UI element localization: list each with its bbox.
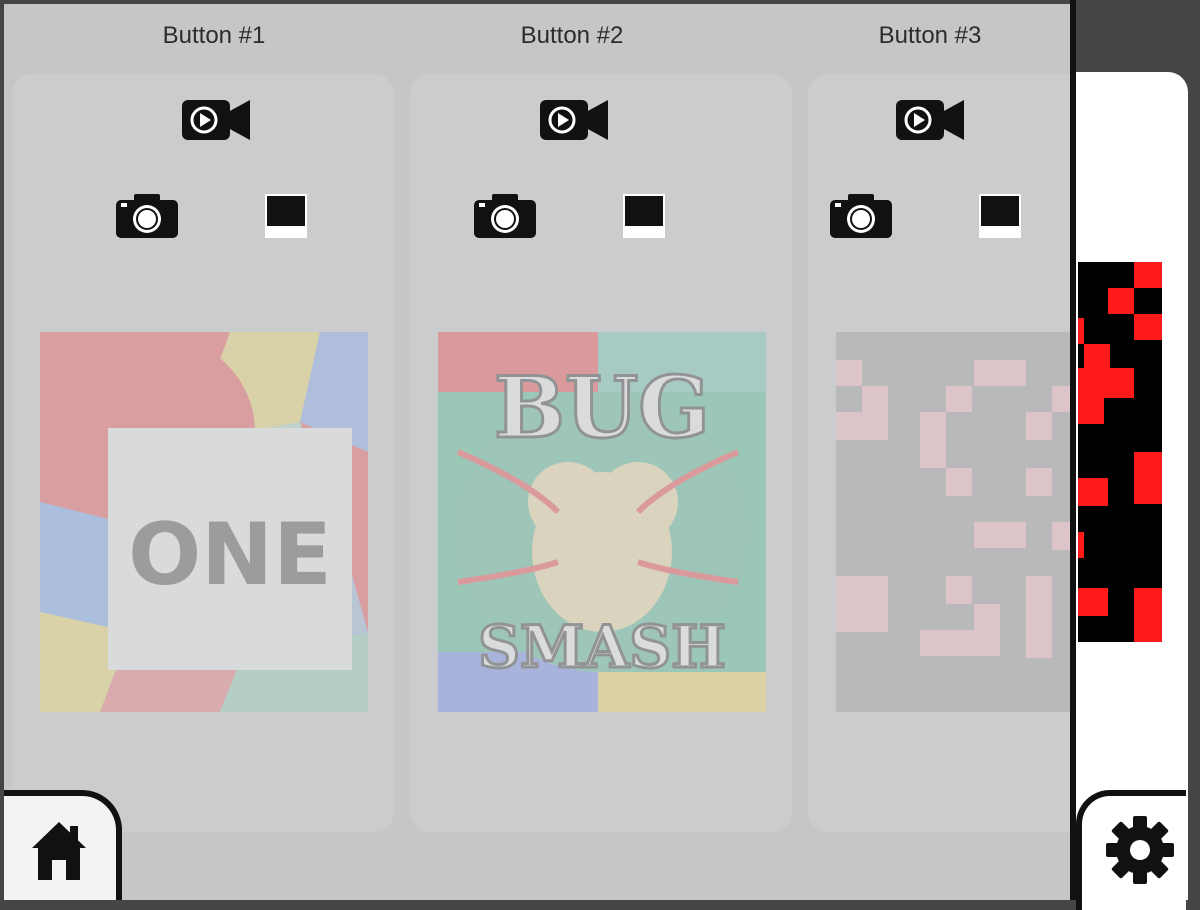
button-2-title: Button #2	[520, 22, 624, 49]
home-icon	[32, 822, 86, 880]
image-frame-icon[interactable]	[263, 192, 309, 240]
button-3-artwork[interactable]	[836, 332, 1070, 712]
button-2-artwork[interactable]: BUG SMASH	[438, 332, 766, 712]
camera-icon[interactable]	[472, 192, 538, 240]
home-button[interactable]	[4, 790, 122, 900]
button-2-card: BUG SMASH	[410, 74, 792, 832]
image-frame-icon[interactable]	[621, 192, 667, 240]
button-3-artwork-unobscured	[1078, 262, 1162, 642]
camera-icon[interactable]	[114, 192, 180, 240]
button-2-artwork-title-bottom: SMASH	[478, 613, 726, 681]
gear-icon	[1106, 816, 1174, 884]
settings-button[interactable]	[1076, 790, 1186, 910]
button-3-card	[808, 74, 1070, 832]
button-3-title: Button #3	[878, 22, 982, 49]
video-camera-icon[interactable]	[180, 98, 252, 142]
button-1-artwork[interactable]: ONE	[40, 332, 368, 712]
button-1-artwork-text: ONE	[128, 505, 332, 605]
button-2-artwork-title-top: BUG	[494, 358, 710, 457]
button-picker-overlay: Button #1 ONE Button #2 BUG SMASH Button…	[4, 4, 1070, 900]
button-1-title: Button #1	[162, 22, 266, 49]
camera-icon[interactable]	[828, 192, 894, 240]
overlay-edge-divider	[1070, 0, 1076, 900]
image-frame-icon[interactable]	[977, 192, 1023, 240]
button-1-card: ONE	[12, 74, 394, 832]
video-camera-icon[interactable]	[538, 98, 610, 142]
video-camera-icon[interactable]	[894, 98, 966, 142]
